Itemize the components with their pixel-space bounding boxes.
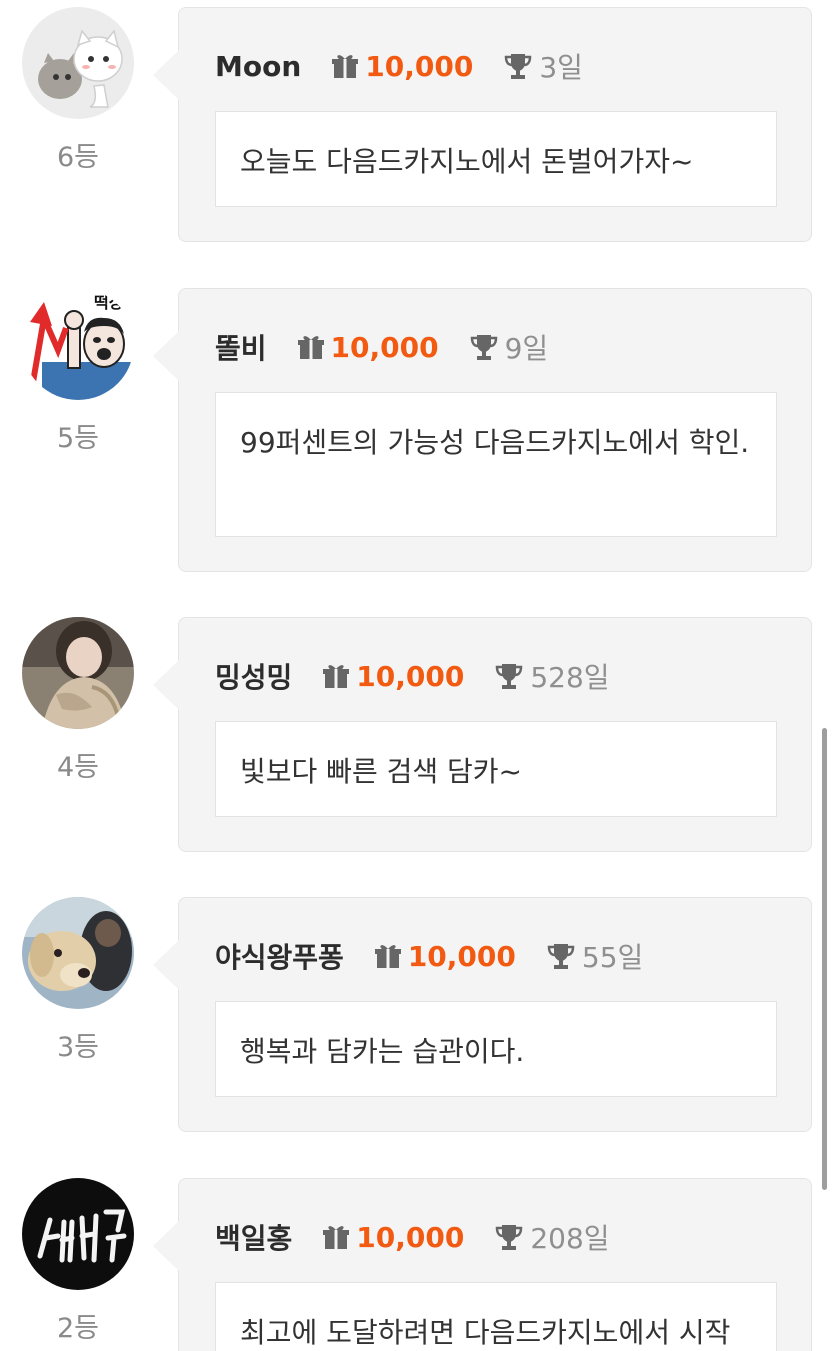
nickname[interactable]: 똘비 <box>215 327 267 367</box>
comment-message: 99퍼센트의 가능성 다음드카지노에서 학인. <box>215 392 777 537</box>
comment-message: 행복과 담카는 습관이다. <box>215 1001 777 1097</box>
comment-card: 똘비 10,000 9일 99퍼센트의 가능성 다음드카지노에서 학인. <box>153 288 812 572</box>
trophy-icon <box>496 664 523 689</box>
point-amount: 10,000 <box>330 330 439 364</box>
avatar[interactable] <box>22 897 134 1009</box>
rank-label: 2등 <box>56 1313 100 1344</box>
card-pointer <box>153 660 179 710</box>
point-amount: 10,000 <box>356 659 465 693</box>
card-pointer <box>153 331 179 381</box>
rank-label: 5등 <box>56 423 100 454</box>
comment-card: Moon 10,000 3일 오늘도 다음드카지노에서 돈벌어가자~ <box>153 7 812 242</box>
gift-icon <box>323 1226 350 1249</box>
card-pointer <box>153 1221 179 1271</box>
attendance-days: 55일 <box>581 941 644 974</box>
comment-card: 밍성밍 10,000 528일 빛보다 빠른 검색 담카~ <box>153 617 812 852</box>
avatar[interactable] <box>22 7 134 119</box>
comment-card: 백일홍 10,000 208일 최고에 도달하려면 다음드카지노에서 시작 <box>153 1178 812 1351</box>
comment-header: Moon 10,000 3일 <box>215 46 583 86</box>
attendance-days: 528일 <box>530 661 610 694</box>
comment-card: 야식왕푸퐁 10,000 55일 행복과 담카는 습관이다. <box>153 897 812 1132</box>
avatar[interactable] <box>22 617 134 729</box>
nickname[interactable]: 백일홍 <box>215 1217 292 1257</box>
comment-message: 오늘도 다음드카지노에서 돈벌어가자~ <box>215 111 777 207</box>
scrollbar[interactable] <box>822 728 827 1190</box>
trophy-icon <box>470 335 497 360</box>
trophy-icon <box>496 1225 523 1250</box>
comment-header: 백일홍 10,000 208일 <box>215 1217 610 1257</box>
trophy-icon <box>547 944 575 969</box>
comment-list: 6등 Moon 10,000 3일 오늘도 다음드카지노에서 돈벌어가자~ 떡상… <box>0 0 835 1351</box>
cat-avatar-icon <box>22 7 134 119</box>
rank-label: 3등 <box>56 1032 100 1063</box>
comment-message: 빛보다 빠른 검색 담카~ <box>215 721 777 817</box>
gift-icon <box>332 55 359 78</box>
gift-icon <box>374 945 401 968</box>
stock-meme-avatar-icon: 떡상 <box>22 288 134 400</box>
point-amount: 10,000 <box>356 1220 465 1254</box>
card-pointer <box>153 940 179 990</box>
nickname[interactable]: Moon <box>215 50 301 83</box>
rank-label: 6등 <box>56 142 100 173</box>
rank-label: 4등 <box>56 752 100 783</box>
avatar[interactable] <box>22 1178 134 1290</box>
trophy-icon <box>505 54 532 79</box>
comment-message: 최고에 도달하려면 다음드카지노에서 시작 <box>215 1282 777 1351</box>
point-amount: 10,000 <box>365 49 474 83</box>
comment-header: 밍성밍 10,000 528일 <box>215 656 610 696</box>
avatar-caption: 떡상 <box>94 293 124 312</box>
comment-header: 야식왕푸퐁 10,000 55일 <box>215 936 643 976</box>
comment-header: 똘비 10,000 9일 <box>215 327 548 367</box>
attendance-days: 9일 <box>504 332 549 365</box>
nickname[interactable]: 야식왕푸퐁 <box>215 936 344 976</box>
person-photo-avatar-icon <box>22 617 134 729</box>
point-amount: 10,000 <box>407 939 516 973</box>
nickname[interactable]: 밍성밍 <box>215 656 292 696</box>
attendance-days: 208일 <box>530 1222 610 1255</box>
dog-photo-avatar-icon <box>22 897 134 1009</box>
attendance-days: 3일 <box>539 51 583 84</box>
card-pointer <box>153 50 179 100</box>
gift-icon <box>297 336 324 359</box>
avatar[interactable]: 떡상 <box>22 288 134 400</box>
neon-sign-avatar-icon <box>22 1178 134 1290</box>
gift-icon <box>323 665 350 688</box>
